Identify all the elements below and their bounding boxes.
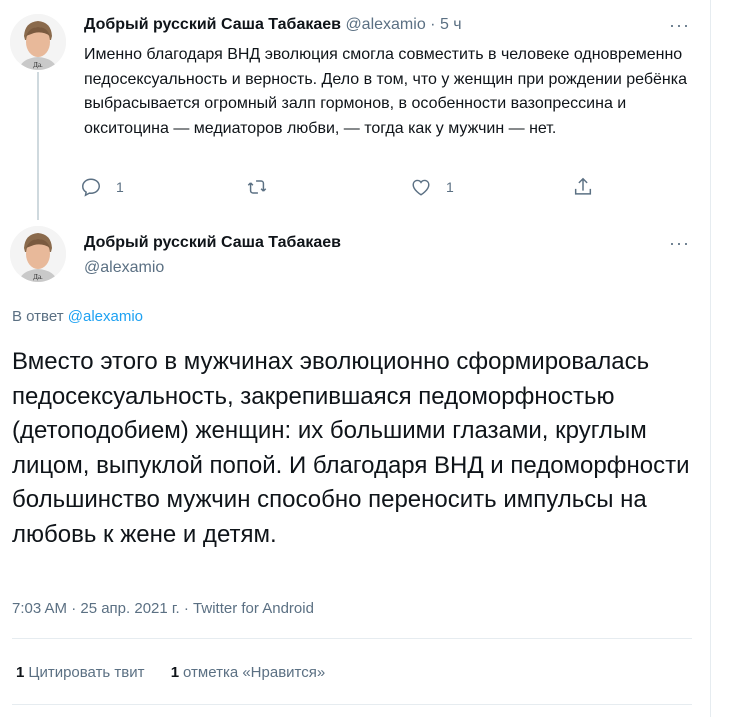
quote-tweets-link[interactable]: 1 Цитировать твит bbox=[16, 664, 145, 681]
share-icon bbox=[574, 177, 592, 195]
tweet-stats: 1 Цитировать твит 1 отметка «Нравится» bbox=[16, 664, 347, 681]
likes-link[interactable]: 1 отметка «Нравится» bbox=[171, 664, 326, 681]
likes-label: отметка «Нравится» bbox=[183, 664, 326, 681]
avatar-image: Да. bbox=[10, 14, 66, 70]
avatar-image: Да. bbox=[10, 226, 66, 282]
like-count: 1 bbox=[446, 179, 454, 195]
author-handle[interactable]: @alexamio bbox=[84, 258, 164, 278]
author-name[interactable]: Добрый русский Саша Табакаев bbox=[84, 16, 341, 33]
thread-line bbox=[37, 72, 39, 220]
tweet-header: Добрый русский Саша Табакаев @alexamio ·… bbox=[84, 15, 462, 35]
main-tweet-text: Вместо этого в мужчинах эволюционно сфор… bbox=[12, 348, 690, 548]
avatar-caption: Да. bbox=[33, 273, 43, 281]
timeline-border bbox=[710, 0, 711, 717]
reply-context: В ответ @alexamio bbox=[12, 308, 143, 325]
divider bbox=[12, 638, 692, 639]
divider bbox=[12, 704, 692, 705]
avatar[interactable]: Да. bbox=[10, 226, 66, 282]
retweet-button[interactable] bbox=[246, 176, 282, 198]
tweet-time[interactable]: · 5 ч bbox=[430, 16, 461, 33]
likes-count: 1 bbox=[170, 664, 180, 681]
reply-prefix: В ответ bbox=[12, 308, 68, 325]
share-button[interactable] bbox=[572, 176, 594, 198]
retweet-icon bbox=[247, 180, 267, 194]
avatar[interactable]: Да. bbox=[10, 14, 66, 70]
tweet-text: Именно благодаря ВНД эволюция смогла сов… bbox=[84, 46, 688, 137]
tweet-metadata[interactable]: 7:03 AM · 25 апр. 2021 г. · Twitter for … bbox=[12, 600, 314, 617]
avatar-caption: Да. bbox=[33, 61, 43, 69]
author-name[interactable]: Добрый русский Саша Табакаев bbox=[84, 233, 341, 253]
more-icon[interactable]: ··· bbox=[669, 234, 690, 252]
author-handle[interactable]: @alexamio bbox=[345, 16, 425, 33]
reply-count: 1 bbox=[116, 179, 124, 195]
quote-label: Цитировать твит bbox=[28, 664, 145, 681]
like-button[interactable]: 1 bbox=[410, 176, 454, 198]
reply-icon bbox=[82, 178, 100, 197]
tweet-actions: 1 1 bbox=[80, 176, 620, 204]
quote-count: 1 bbox=[16, 664, 25, 681]
reply-mention-link[interactable]: @alexamio bbox=[68, 308, 143, 325]
reply-button[interactable]: 1 bbox=[80, 176, 124, 198]
more-icon[interactable]: ··· bbox=[669, 16, 690, 34]
like-icon bbox=[412, 179, 430, 196]
